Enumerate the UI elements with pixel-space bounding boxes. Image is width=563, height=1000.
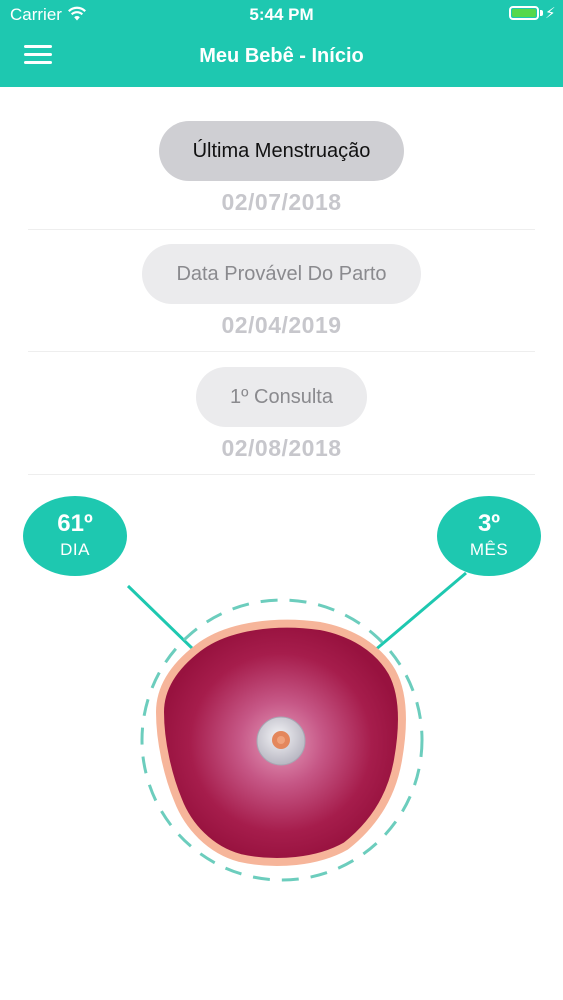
day-connector [126, 584, 198, 654]
egg-nucleus-core [277, 736, 285, 744]
day-value: 61º [57, 510, 93, 537]
month-label: MÊS [469, 540, 509, 559]
day-label: DIA [60, 540, 90, 559]
month-value: 3º [477, 510, 501, 537]
day-bubble: 61º DIA [23, 496, 127, 576]
month-bubble: 3º MÊS [437, 496, 541, 576]
month-connector [373, 571, 467, 653]
